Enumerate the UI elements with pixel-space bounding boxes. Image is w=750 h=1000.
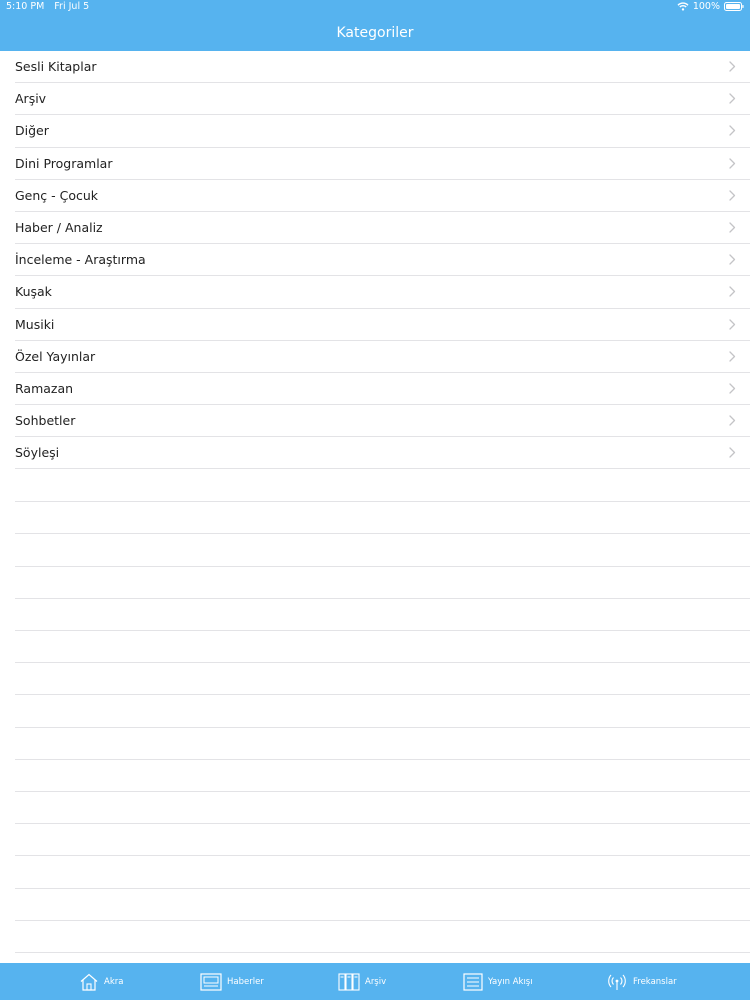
empty-table-separators — [15, 470, 750, 960]
category-row[interactable]: Sohbetler — [15, 405, 750, 438]
chevron-right-icon — [729, 286, 736, 297]
tab-3[interactable]: Arşiv — [338, 963, 386, 1000]
page-title: Kategoriler — [336, 25, 414, 41]
category-label: Ramazan — [15, 380, 74, 396]
chevron-right-icon — [729, 383, 736, 394]
category-row[interactable]: Sesli Kitaplar — [15, 51, 750, 84]
home-icon — [79, 972, 99, 992]
battery-percent: 100% — [692, 1, 720, 12]
tab-5[interactable]: Frekanslar — [606, 963, 677, 1000]
chevron-right-icon — [729, 415, 736, 426]
empty-row-separator — [15, 597, 750, 599]
category-list: Sesli Kitaplar Arşiv Diğer Dini Programlar G… — [0, 51, 750, 470]
category-row[interactable]: Genç - Çocuk — [15, 180, 750, 212]
chevron-right-icon — [729, 93, 736, 104]
empty-row-separator — [15, 694, 750, 696]
category-row[interactable]: Özel Yayınlar — [15, 341, 750, 373]
category-label: Diğer — [15, 123, 49, 139]
chevron-right-icon — [729, 190, 736, 201]
category-row[interactable]: Kuşak — [15, 276, 750, 309]
category-row[interactable]: Dini Programlar — [15, 148, 750, 180]
category-row[interactable]: Ramazan — [15, 373, 750, 406]
archive-icon — [338, 972, 360, 991]
empty-row-separator — [15, 823, 750, 825]
status-time: 5:10 PM — [6, 1, 45, 12]
empty-row-separator — [15, 791, 750, 792]
tab-label: Haberler — [227, 976, 264, 987]
chevron-right-icon — [729, 447, 736, 458]
empty-row-separator — [15, 565, 750, 567]
battery-icon — [724, 2, 744, 11]
empty-row-separator — [15, 919, 750, 921]
tab-2[interactable]: Haberler — [200, 963, 264, 1000]
chevron-right-icon — [729, 61, 736, 72]
category-label: Sesli Kitaplar — [15, 59, 97, 74]
chevron-right-icon — [729, 351, 736, 362]
status-bar-left: 5:10 PM Fri Jul 5 — [6, 1, 89, 12]
category-label: Haber / Analiz — [15, 219, 103, 235]
category-label: İnceleme - Araştırma — [15, 252, 146, 268]
status-bar-right: 100% — [677, 1, 744, 12]
category-label: Söyleşi — [15, 445, 60, 461]
category-label: Genç - Çocuk — [15, 187, 99, 203]
chevron-right-icon — [729, 125, 736, 137]
category-row[interactable]: İnceleme - Araştırma — [15, 244, 750, 277]
chevron-right-icon — [729, 157, 736, 169]
category-label: Özel Yayınlar — [15, 348, 96, 364]
empty-row-separator — [15, 533, 750, 535]
empty-row-separator — [15, 887, 750, 889]
empty-row-separator — [15, 662, 750, 664]
empty-row-separator — [15, 630, 750, 631]
category-row[interactable]: Arşiv — [15, 83, 750, 116]
screen: 5:10 PMFri Jul 5 100% Kategoriler Sesli — [0, 0, 750, 1000]
empty-row-separator — [15, 758, 750, 760]
tab-label: Yayın Akışı — [488, 976, 533, 987]
tab-bar: Akra Haberler Arşiv Yayın Akışı Frekanslar — [0, 963, 750, 1000]
tab-label: Arşiv — [365, 976, 387, 987]
news-icon — [200, 972, 222, 991]
tab-1[interactable]: Akra — [79, 963, 123, 1000]
chevron-right-icon — [729, 254, 736, 265]
category-label: Kuşak — [15, 284, 52, 300]
wifi-icon — [677, 2, 689, 11]
category-row[interactable]: Söyleşi — [15, 437, 750, 470]
empty-row-separator — [15, 952, 750, 953]
chevron-right-icon — [729, 318, 736, 330]
category-row[interactable]: Haber / Analiz — [15, 212, 750, 245]
category-row[interactable]: Musiki — [15, 309, 750, 341]
tab-label: Frekanslar — [633, 976, 677, 987]
schedule-list-icon — [463, 972, 483, 991]
category-label: Musiki — [15, 316, 55, 332]
category-label: Arşiv — [15, 91, 47, 107]
empty-row-separator — [15, 855, 750, 857]
category-label: Sohbetler — [15, 413, 76, 429]
tab-4[interactable]: Yayın Akışı — [463, 963, 533, 1000]
empty-row-separator — [15, 726, 750, 728]
chevron-right-icon — [729, 222, 736, 233]
top-bar: 5:10 PM Fri Jul 5 100% Kategoriler — [0, 0, 750, 51]
tab-label: Akra — [104, 976, 124, 987]
category-row[interactable]: Diğer — [15, 115, 750, 148]
category-label: Dini Programlar — [15, 155, 113, 171]
antenna-icon — [606, 973, 628, 991]
empty-row-separator — [15, 501, 750, 503]
status-date: Fri Jul 5 — [54, 1, 90, 12]
